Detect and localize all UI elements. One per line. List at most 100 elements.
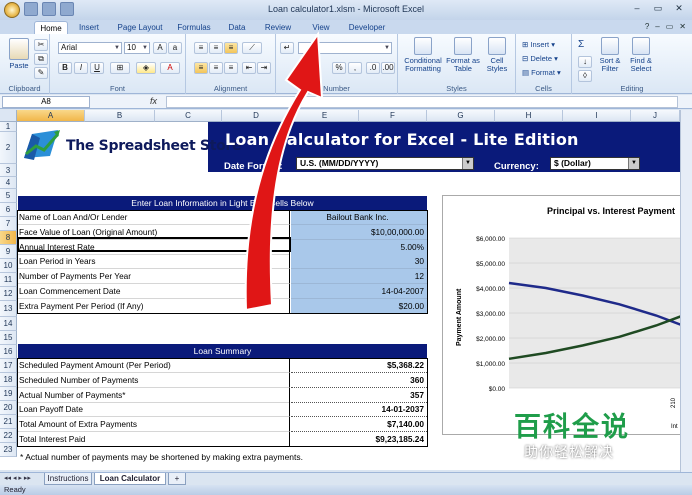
decrease-indent-icon[interactable]: ⇤: [242, 62, 256, 74]
paste-button[interactable]: Paste: [6, 38, 32, 70]
minimize-button[interactable]: –: [628, 2, 646, 15]
row-header-9[interactable]: 9: [0, 245, 17, 259]
grow-font-icon[interactable]: A: [153, 42, 167, 54]
input-value-cell[interactable]: 14-04-2007: [291, 284, 427, 299]
cut-icon[interactable]: ✂: [34, 39, 48, 51]
row-header-16[interactable]: 16: [0, 345, 17, 359]
sort-filter-button[interactable]: Sort & Filter: [596, 37, 624, 73]
row-header-8[interactable]: 8: [0, 231, 17, 245]
copy-icon[interactable]: ⧉: [34, 53, 48, 65]
font-name-combo[interactable]: Arial ▼: [58, 42, 122, 54]
row-header-5[interactable]: 5: [0, 189, 17, 203]
row-header-3[interactable]: 3: [0, 164, 17, 177]
select-all-corner[interactable]: [0, 110, 17, 122]
conditional-formatting-button[interactable]: Conditional Formatting: [400, 37, 446, 73]
row-header-6[interactable]: 6: [0, 203, 17, 217]
bold-button[interactable]: B: [58, 62, 72, 74]
row-header-19[interactable]: 19: [0, 387, 17, 401]
wrap-text-icon[interactable]: ↵: [280, 42, 294, 54]
font-color-icon[interactable]: A: [160, 62, 180, 74]
row-header-22[interactable]: 22: [0, 429, 17, 443]
insert-cells-button[interactable]: ⊞ Insert ▾: [522, 40, 555, 49]
tab-home[interactable]: Home: [34, 21, 68, 34]
formula-input[interactable]: [166, 96, 678, 108]
tab-review[interactable]: Review: [258, 21, 298, 34]
sheet-nav-icon[interactable]: ◂◂ ◂ ▸ ▸▸: [4, 474, 31, 482]
row-header-12[interactable]: 12: [0, 287, 17, 301]
format-as-table-button[interactable]: Format as Table: [446, 37, 480, 73]
increase-decimal-icon[interactable]: .0: [366, 62, 380, 74]
date-format-dropdown[interactable]: U.S. (MM/DD/YYYY) ▼: [296, 157, 474, 170]
sheet-tab-instructions[interactable]: Instructions: [44, 473, 92, 485]
tab-insert[interactable]: Insert: [72, 21, 106, 34]
name-box[interactable]: A8: [2, 96, 90, 108]
fill-color-icon[interactable]: ◈: [136, 62, 156, 74]
ribbon-minimize-icon[interactable]: –: [655, 21, 659, 33]
align-top-icon[interactable]: ≡: [194, 42, 208, 54]
column-header-e[interactable]: E: [291, 110, 359, 122]
row-header-4[interactable]: 4: [0, 177, 17, 189]
tab-page-layout[interactable]: Page Layout: [112, 21, 168, 34]
row-header-17[interactable]: 17: [0, 359, 17, 373]
column-header-j[interactable]: J: [631, 110, 680, 122]
tab-formulas[interactable]: Formulas: [172, 21, 216, 34]
input-value-cell[interactable]: 5.00%: [291, 239, 427, 255]
row-header-18[interactable]: 18: [0, 373, 17, 387]
find-select-button[interactable]: Find & Select: [626, 37, 656, 73]
align-center-icon[interactable]: ≡: [209, 62, 223, 74]
shrink-font-icon[interactable]: a: [168, 42, 182, 54]
underline-button[interactable]: U: [90, 62, 104, 74]
input-value-cell[interactable]: $20.00: [291, 298, 427, 314]
format-cells-button[interactable]: ▤ Format ▾: [522, 68, 561, 77]
delete-cells-button[interactable]: ⊟ Delete ▾: [522, 54, 558, 63]
column-header-b[interactable]: B: [85, 110, 155, 122]
column-header-g[interactable]: G: [427, 110, 495, 122]
ribbon-close-icon[interactable]: ✕: [679, 21, 686, 33]
row-header-23[interactable]: 23: [0, 443, 17, 457]
input-value-cell[interactable]: $10,00,000.00: [291, 224, 427, 240]
column-header-h[interactable]: H: [495, 110, 563, 122]
row-header-10[interactable]: 10: [0, 259, 17, 273]
row-header-1[interactable]: 1: [0, 122, 17, 132]
borders-icon[interactable]: ⊞: [110, 62, 130, 74]
increase-indent-icon[interactable]: ⇥: [257, 62, 271, 74]
italic-button[interactable]: I: [74, 62, 88, 74]
row-header-20[interactable]: 20: [0, 401, 17, 415]
column-header-i[interactable]: I: [563, 110, 631, 122]
row-header-2[interactable]: 2: [0, 132, 17, 164]
input-value-cell[interactable]: 12: [291, 269, 427, 285]
column-header-d[interactable]: D: [222, 110, 291, 122]
clear-icon[interactable]: ◊: [578, 70, 592, 82]
sheet-tab-loan-calculator[interactable]: Loan Calculator: [94, 473, 166, 485]
cell-styles-button[interactable]: Cell Styles: [482, 37, 512, 73]
input-value-cell[interactable]: Bailout Bank Inc.: [291, 210, 427, 225]
row-header-11[interactable]: 11: [0, 273, 17, 287]
font-size-combo[interactable]: 10 ▼: [124, 42, 150, 54]
comma-style-icon[interactable]: ,: [348, 62, 362, 74]
align-middle-icon[interactable]: ≡: [209, 42, 223, 54]
maximize-button[interactable]: ▭: [649, 2, 667, 15]
vertical-scrollbar[interactable]: [680, 110, 692, 472]
number-format-combo[interactable]: ▼: [298, 42, 392, 54]
row-header-14[interactable]: 14: [0, 317, 17, 331]
row-header-21[interactable]: 21: [0, 415, 17, 429]
tab-data[interactable]: Data: [222, 21, 252, 34]
column-header-c[interactable]: C: [155, 110, 222, 122]
align-right-icon[interactable]: ≡: [224, 62, 238, 74]
ribbon-restore-icon[interactable]: ▭: [666, 21, 674, 33]
percent-icon[interactable]: %: [332, 62, 346, 74]
tab-view[interactable]: View: [306, 21, 336, 34]
currency-dropdown[interactable]: $ (Dollar) ▼: [550, 157, 640, 170]
orientation-icon[interactable]: ⟋: [242, 42, 262, 54]
format-painter-icon[interactable]: ✎: [34, 67, 48, 79]
close-button[interactable]: ✕: [670, 2, 688, 15]
principal-interest-chart[interactable]: Principal vs. Interest Payment Payment A…: [442, 195, 680, 435]
fill-icon[interactable]: ↓: [578, 56, 592, 68]
row-header-15[interactable]: 15: [0, 331, 17, 345]
insert-sheet-icon[interactable]: +: [168, 473, 186, 485]
row-header-7[interactable]: 7: [0, 217, 17, 231]
insert-function-icon[interactable]: fx: [150, 95, 157, 108]
align-bottom-icon[interactable]: ≡: [224, 42, 238, 54]
help-icon[interactable]: ?: [645, 21, 649, 33]
decrease-decimal-icon[interactable]: .00: [381, 62, 395, 74]
